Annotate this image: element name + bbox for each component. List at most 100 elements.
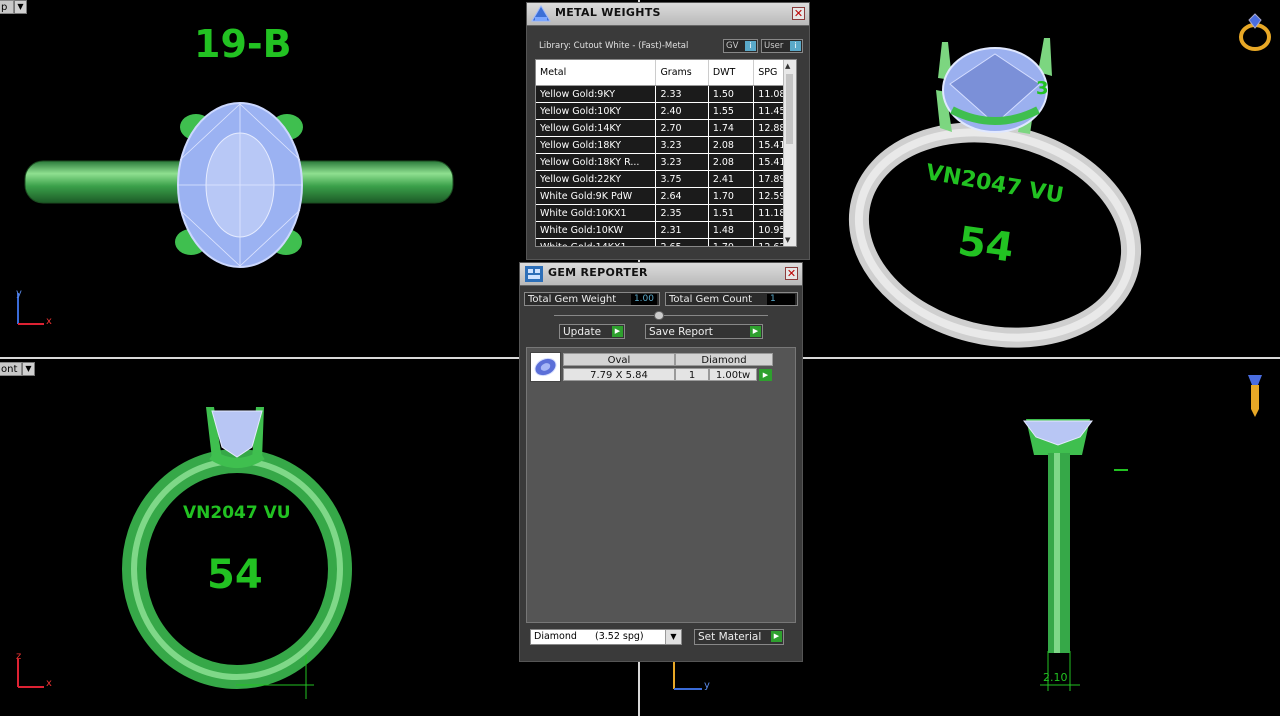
total-gem-weight-field: Total Gem Weight 1.00 xyxy=(524,292,660,306)
table-cell: 1.50 xyxy=(708,85,755,103)
table-cell: 2.35 xyxy=(655,204,709,222)
total-gem-count-label: Total Gem Count xyxy=(669,294,753,305)
table-row[interactable]: Yellow Gold:14KY 2.70 1.74 12.88 xyxy=(536,119,796,137)
gv-toggle-label: GV xyxy=(726,41,739,51)
library-label: Library: Cutout White - (Fast)-Metal xyxy=(539,41,689,51)
table-row[interactable]: White Gold:14KX1 2.65 1.70 12.62 xyxy=(536,238,796,246)
save-report-button[interactable]: Save Report ▶ xyxy=(645,324,763,339)
dimension-label: 2.10 xyxy=(1043,671,1068,684)
gem-reporter-panel: GEM REPORTER ✕ Total Gem Weight 1.00 Tot… xyxy=(519,262,803,662)
table-cell: White Gold:10KW xyxy=(536,221,657,239)
gem-count-cell: 1 xyxy=(675,368,709,381)
ring-view-icon[interactable] xyxy=(1238,10,1272,52)
table-cell: 1.51 xyxy=(708,204,755,222)
table-cell: White Gold:10KX1 xyxy=(536,204,657,222)
axis-z-label: z xyxy=(16,651,22,662)
table-row[interactable]: Yellow Gold:10KY 2.40 1.55 11.45 xyxy=(536,102,796,120)
gem-shape-cell: Oval xyxy=(563,353,675,366)
table-row[interactable]: Yellow Gold:18KY R... 3.23 2.08 15.41 xyxy=(536,153,796,171)
ring-size-text-perspective: 54 xyxy=(955,218,1017,272)
table-row[interactable]: White Gold:10KX1 2.35 1.51 11.18 xyxy=(536,204,796,222)
user-toggle[interactable]: User i xyxy=(761,39,803,53)
axis-x-label: x xyxy=(46,316,52,327)
update-button-label: Update xyxy=(563,326,602,338)
table-cell: 1.70 xyxy=(708,238,755,246)
table-cell: 3.23 xyxy=(655,153,709,171)
table-cell: 1.70 xyxy=(708,187,755,205)
table-cell: Yellow Gold:18KY xyxy=(536,136,657,154)
close-icon[interactable]: ✕ xyxy=(785,267,798,280)
set-material-button[interactable]: Set Material ▶ xyxy=(694,629,784,645)
user-toggle-label: User xyxy=(764,41,784,51)
gem-reporter-icon xyxy=(525,266,543,282)
table-cell: Yellow Gold:22KY xyxy=(536,170,657,188)
table-cell: 2.33 xyxy=(655,85,709,103)
table-cell: 2.08 xyxy=(708,153,755,171)
info-icon: i xyxy=(745,41,756,51)
close-icon[interactable]: ✕ xyxy=(792,7,805,20)
play-icon: ▶ xyxy=(771,631,782,642)
total-gem-weight-value: 1.00 xyxy=(630,294,657,305)
axis-y-label: y xyxy=(704,680,710,691)
table-row[interactable]: Yellow Gold:9KY 2.33 1.50 11.08 xyxy=(536,85,796,103)
scroll-up-icon[interactable]: ▲ xyxy=(785,62,790,70)
info-icon: i xyxy=(790,41,801,51)
metal-weights-icon xyxy=(531,5,551,22)
overlay-digit-perspective: 3 xyxy=(1036,78,1049,99)
gv-toggle[interactable]: GV i xyxy=(723,39,758,53)
column-header[interactable]: DWT xyxy=(708,60,755,86)
material-select[interactable]: Diamond (3.52 spg) ▼ xyxy=(530,629,682,645)
table-cell: 2.31 xyxy=(655,221,709,239)
gem-reporter-title: GEM REPORTER xyxy=(548,266,648,279)
table-cell: 3.23 xyxy=(655,136,709,154)
metal-weights-panel: METAL WEIGHTS ✕ Library: Cutout White - … xyxy=(526,2,810,260)
gem-reporter-titlebar[interactable]: GEM REPORTER ✕ xyxy=(520,263,802,286)
table-cell: 2.40 xyxy=(655,102,709,120)
axis-x-label: x xyxy=(46,678,52,689)
table-cell: 2.41 xyxy=(708,170,755,188)
column-header[interactable]: Metal xyxy=(536,60,657,86)
table-cell: 1.48 xyxy=(708,221,755,239)
table-cell: 1.74 xyxy=(708,119,755,137)
table-row[interactable]: White Gold:10KW 2.31 1.48 10.95 xyxy=(536,221,796,239)
set-material-button-label: Set Material xyxy=(698,631,762,643)
material-select-value: Diamond (3.52 spg) xyxy=(534,631,644,642)
metal-weights-title: METAL WEIGHTS xyxy=(555,6,661,19)
table-scrollbar[interactable]: ▲ ▼ xyxy=(783,60,796,246)
table-cell: White Gold:14KX1 xyxy=(536,238,657,246)
update-button[interactable]: Update ▶ xyxy=(559,324,625,339)
gem-size-cell: 7.79 X 5.84 xyxy=(563,368,675,381)
save-report-button-label: Save Report xyxy=(649,326,713,338)
chevron-down-icon[interactable]: ▼ xyxy=(665,630,681,644)
table-cell: 3.75 xyxy=(655,170,709,188)
table-row[interactable]: Yellow Gold:22KY 3.75 2.41 17.89 xyxy=(536,170,796,188)
table-cell: 2.70 xyxy=(655,119,709,137)
splitter-handle-icon[interactable] xyxy=(654,311,664,320)
scroll-down-icon[interactable]: ▼ xyxy=(785,236,790,244)
scrollbar-thumb[interactable] xyxy=(786,74,793,144)
table-row[interactable]: White Gold:9K PdW 2.64 1.70 12.59 xyxy=(536,187,796,205)
table-cell: 2.08 xyxy=(708,136,755,154)
table-cell: 1.55 xyxy=(708,102,755,120)
gem-row-select-button[interactable]: ▶ xyxy=(759,369,772,381)
play-icon: ▶ xyxy=(612,326,623,337)
column-header[interactable]: Grams xyxy=(655,60,709,86)
play-icon: ▶ xyxy=(750,326,761,337)
oval-gem-icon[interactable] xyxy=(530,352,561,382)
table-cell: Yellow Gold:18KY R... xyxy=(536,153,657,171)
table-cell: White Gold:9K PdW xyxy=(536,187,657,205)
table-cell: Yellow Gold:14KY xyxy=(536,119,657,137)
total-gem-count-field: Total Gem Count 1 xyxy=(665,292,798,306)
table-cell: Yellow Gold:10KY xyxy=(536,102,657,120)
gem-view-icon[interactable] xyxy=(1244,371,1266,419)
metal-weights-titlebar[interactable]: METAL WEIGHTS ✕ xyxy=(527,3,809,26)
gem-material-cell: Diamond xyxy=(675,353,773,366)
total-gem-weight-label: Total Gem Weight xyxy=(528,294,617,305)
metal-weights-table: Metal Grams DWT SPG Yellow Gold:9KY 2.33 1.50… xyxy=(535,59,797,247)
table-cell: 2.65 xyxy=(655,238,709,246)
table-cell: Yellow Gold:9KY xyxy=(536,85,657,103)
gem-list: Oval Diamond 7.79 X 5.84 1 1.00tw ▶ xyxy=(526,347,796,623)
ring-size-text-front: 54 xyxy=(207,552,263,598)
table-row[interactable]: Yellow Gold:18KY 3.23 2.08 15.41 xyxy=(536,136,796,154)
table-cell: 2.64 xyxy=(655,187,709,205)
